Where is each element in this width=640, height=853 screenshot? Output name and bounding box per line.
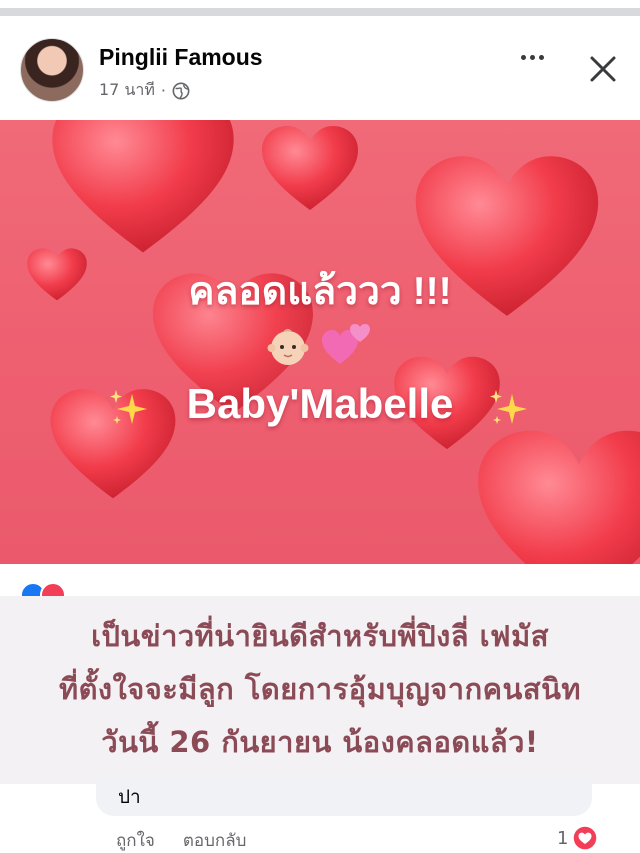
comment-bubble[interactable]: ปา [96,776,592,816]
heart-decoration [478,430,640,564]
baby-name: Baby'Mabelle [186,380,454,427]
author-name[interactable]: Pinglii Famous [99,44,263,71]
caption-overlay: เป็นข่าวที่น่ายินดีสำหรับพี่ปิงลี่ เฟมัส… [0,596,640,784]
comment-like-button[interactable]: ถูกใจ [116,827,155,853]
two-hearts-emoji [322,324,370,364]
baby-face-emoji [267,329,309,365]
comment-reply-button[interactable]: ตอบกลับ [183,827,247,853]
caption-line: เป็นข่าวที่น่ายินดีสำหรับพี่ปิงลี่ เฟมัส [91,619,549,653]
top-divider [0,0,640,18]
comment-reactions[interactable]: 1 [557,825,599,851]
love-reaction-icon [40,582,66,596]
sparkles-emoji [110,390,147,424]
caption-line: ที่ตั้งใจจะมีลูก โดยการอุ้มบุญจากคนสนิท [58,672,582,706]
heart-decoration [52,120,234,253]
image-headline: คลอดแล้ววว !!! [188,270,452,313]
more-icon[interactable] [512,42,552,72]
love-reaction-icon [572,825,599,851]
caption-line: วันนี้ 26 กันยายน น้องคลอดแล้ว! [101,725,539,759]
reactions-bar[interactable] [0,564,640,596]
meta-separator: · [160,81,167,100]
globe-icon[interactable] [172,82,190,100]
post-meta: 17 นาที · [99,78,190,103]
comment-actions: ถูกใจ ตอบกลับ [116,827,246,853]
comment-like-count: 1 [557,827,569,849]
post-time[interactable]: 17 นาที [99,78,155,103]
sparkles-emoji [490,390,527,424]
comment-text: ปา [118,786,141,808]
post-header: Pinglii Famous 17 นาที · [0,18,640,118]
heart-decoration [262,126,358,210]
post-image[interactable]: คลอดแล้ววว !!! Baby'Mabelle [0,120,640,564]
author-avatar[interactable] [20,38,84,102]
caption-text: เป็นข่าวที่น่ายินดีสำหรับพี่ปิงลี่ เฟมัส… [0,610,640,769]
close-icon[interactable] [584,50,622,88]
